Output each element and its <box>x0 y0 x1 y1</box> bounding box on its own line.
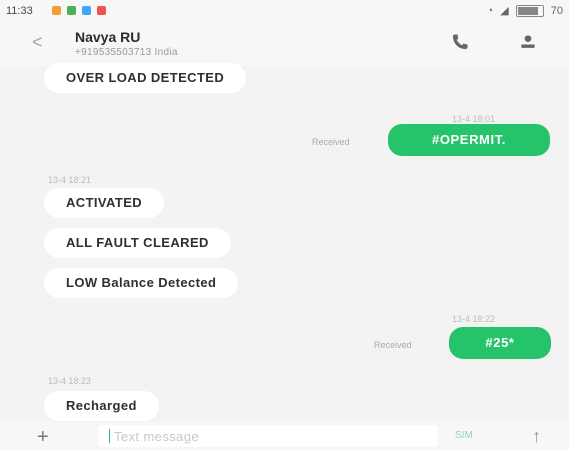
battery-icon <box>515 4 544 17</box>
message-timestamp: 13-4 18:22 <box>452 314 496 324</box>
sim-icon[interactable]: SIM <box>455 430 473 441</box>
message-composer: + Text message SIM ↑ <box>0 422 569 450</box>
status-time: 11:33 <box>6 5 33 17</box>
message-outgoing[interactable]: #25* <box>449 327 551 359</box>
battery-level: 70 <box>550 4 563 17</box>
message-timestamp: 13-4 18:01 <box>452 114 496 124</box>
message-incoming[interactable]: Recharged <box>44 391 159 421</box>
signal-icon: ◢ <box>500 5 509 17</box>
text-cursor <box>109 429 110 443</box>
notification-icon <box>67 6 76 15</box>
message-incoming[interactable]: ACTIVATED <box>44 188 165 218</box>
message-timestamp: 13-4 18:21 <box>48 175 92 185</box>
status-bar: 11:33 ◔ ◢ 70 <box>0 0 569 22</box>
status-right: ◔ ◢ 70 <box>487 4 563 17</box>
conversation-header: < Navya RU +919535503713 India <box>0 22 569 66</box>
message-status: Received <box>374 340 412 350</box>
notification-icons <box>52 6 106 15</box>
notification-icon <box>97 6 106 15</box>
message-outgoing[interactable]: #OPERMIT. <box>388 124 550 156</box>
wifi-icon: ◔ <box>486 4 494 17</box>
message-incoming[interactable]: ALL FAULT CLEARED <box>44 228 231 258</box>
message-placeholder: Text message <box>114 429 200 444</box>
contact-name: Navya RU <box>75 29 141 45</box>
notification-icon <box>52 6 61 15</box>
contact-phone: +919535503713 India <box>75 47 178 58</box>
contact-info-icon[interactable] <box>518 32 538 52</box>
back-arrow-icon[interactable]: < <box>32 32 43 53</box>
attach-plus-icon[interactable]: + <box>37 426 49 449</box>
message-status: Received <box>312 137 350 147</box>
call-icon[interactable] <box>450 32 470 52</box>
send-icon[interactable]: ↑ <box>532 426 541 447</box>
notification-icon <box>82 6 91 15</box>
message-incoming[interactable]: OVER LOAD DETECTED <box>44 63 247 93</box>
message-incoming[interactable]: LOW Balance Detected <box>44 268 239 298</box>
message-timestamp: 13-4 18:23 <box>48 376 92 386</box>
